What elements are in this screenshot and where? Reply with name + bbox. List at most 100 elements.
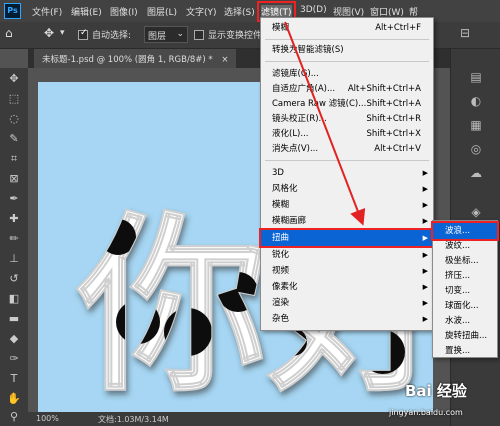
close-icon[interactable]: ×	[221, 55, 228, 65]
menu-3d[interactable]: 3D(D)	[300, 5, 327, 15]
filter-menu-gallery[interactable]: 滤镜库(G)...	[261, 66, 433, 82]
swatches-panel-icon[interactable]: ▦	[468, 117, 484, 133]
menu-item-label: 3D	[272, 168, 284, 178]
color-panel-icon[interactable]: ◐	[468, 93, 484, 109]
watermark-url: jingyan.baidu.com	[389, 408, 463, 417]
distort-wave[interactable]: 波浪...	[431, 221, 499, 241]
eyedropper-tool-icon[interactable]: ✒	[7, 192, 21, 206]
brush-tool-icon[interactable]: ✏	[7, 232, 21, 246]
menu-item-label: 锐化	[272, 250, 290, 260]
gradient-tool-icon[interactable]: ▬	[7, 312, 21, 326]
libraries-panel-icon[interactable]: ☁	[468, 165, 484, 181]
frame-tool-icon[interactable]: ⊠	[7, 172, 21, 186]
separator	[265, 160, 429, 161]
menu-edit[interactable]: 编辑(E)	[71, 5, 102, 18]
filter-menu-vanishing-point[interactable]: 消失点(V)... Alt+Ctrl+V	[261, 141, 433, 157]
filter-menu-blur-last[interactable]: 模糊 Alt+Ctrl+F	[261, 20, 433, 36]
layers-panel-icon[interactable]: ◈	[468, 204, 484, 220]
dropdown-arrow-icon: ⌄	[176, 29, 184, 39]
photoshop-logo: Ps	[4, 3, 21, 19]
separator	[265, 39, 429, 40]
filter-menu-lens-correction[interactable]: 镜头校正(R)... Shift+Ctrl+R	[261, 111, 433, 127]
eraser-tool-icon[interactable]: ◧	[7, 292, 21, 306]
distort-shear[interactable]: 切变...	[433, 283, 497, 299]
menu-item-label: 模糊	[272, 23, 290, 33]
shortcut-label: Shift+Ctrl+X	[366, 129, 421, 139]
lasso-tool-icon[interactable]: ◌	[7, 112, 21, 126]
submenu-arrow-icon: ▶	[422, 185, 428, 193]
submenu-arrow-icon: ▶	[422, 283, 428, 291]
adjustments-panel-icon[interactable]: ◎	[468, 141, 484, 157]
shortcut-label: Alt+Ctrl+F	[375, 23, 421, 33]
history-panel-icon[interactable]: ▤	[468, 69, 484, 85]
filter-menu-noise[interactable]: 杂色 ▶	[261, 311, 433, 327]
crop-tool-icon[interactable]: ⌗	[7, 152, 21, 166]
tool-bar: ✥ ⬚ ◌ ✎ ⌗ ⊠ ✒ ✚ ✏ ⊥ ↺ ◧ ▬ ◆ ✑ T ✋ ⚲	[0, 68, 28, 426]
menu-layer[interactable]: 图层(L)	[147, 5, 177, 18]
distort-spherize[interactable]: 球面化...	[433, 298, 497, 314]
align-icon[interactable]: ⊟	[460, 26, 470, 40]
menu-item-label: 镜头校正(R)...	[272, 114, 327, 124]
distort-pinch[interactable]: 挤压...	[433, 268, 497, 284]
filter-menu-video[interactable]: 视频 ▶	[261, 263, 433, 279]
filter-menu-render[interactable]: 渲染 ▶	[261, 295, 433, 311]
filter-menu-distort[interactable]: 扭曲 ▶	[259, 228, 435, 248]
blur-tool-icon[interactable]: ◆	[7, 332, 21, 346]
filter-menu-blur[interactable]: 模糊 ▶	[261, 197, 433, 213]
filter-menu-adaptive-wide-angle[interactable]: 自适应广角(A)... Alt+Shift+Ctrl+A	[261, 81, 433, 97]
filter-menu-smart-filter[interactable]: 转换为智能滤镜(S)	[261, 42, 433, 58]
distort-zigzag[interactable]: 水波...	[433, 313, 497, 329]
distort-displace[interactable]: 置换...	[433, 343, 497, 359]
menu-item-label: 扭曲	[272, 233, 290, 243]
filter-menu-liquify[interactable]: 液化(L)... Shift+Ctrl+X	[261, 126, 433, 142]
auto-select-dropdown[interactable]: 图层 ⌄	[144, 26, 188, 43]
marquee-tool-icon[interactable]: ⬚	[7, 92, 21, 106]
filter-menu-pixelate[interactable]: 像素化 ▶	[261, 279, 433, 295]
distort-ripple[interactable]: 波纹...	[433, 238, 497, 254]
distort-submenu: 波浪... 波纹... 极坐标... 挤压... 切变... 球面化... 水波…	[431, 220, 499, 359]
filter-menu-3d[interactable]: 3D ▶	[261, 165, 433, 181]
filter-menu: 模糊 Alt+Ctrl+F 转换为智能滤镜(S) 滤镜库(G)... 自适应广角(…	[259, 17, 435, 331]
document-tab[interactable]: 未标题-1.psd @ 100% (圆角 1, RGB/8#) * ×	[34, 49, 237, 68]
auto-select-checkbox[interactable]: ✓	[78, 28, 88, 40]
stamp-tool-icon[interactable]: ⊥	[7, 252, 21, 266]
shortcut-label: Shift+Ctrl+R	[366, 114, 421, 124]
menu-item-label: 自适应广角(A)...	[272, 84, 336, 94]
distort-twirl[interactable]: 旋转扭曲...	[433, 328, 497, 344]
show-transform-checkbox[interactable]	[194, 30, 204, 40]
history-brush-icon[interactable]: ↺	[7, 272, 21, 286]
filter-menu-sharpen[interactable]: 锐化 ▶	[261, 247, 433, 263]
submenu-arrow-icon: ▶	[422, 251, 428, 259]
chevron-down-icon[interactable]: ▾	[60, 28, 65, 38]
home-icon[interactable]: ⌂	[5, 26, 13, 40]
menu-item-label: 风格化	[272, 184, 298, 194]
filter-menu-stylize[interactable]: 风格化 ▶	[261, 181, 433, 197]
photoshop-window: Ps 文件(F) 编辑(E) 图像(I) 图层(L) 文字(Y) 选择(S) 滤…	[0, 0, 500, 426]
document-info: 文档:1.03M/3.14M	[98, 415, 169, 424]
move-tool-icon[interactable]: ✥	[7, 72, 21, 86]
pen-tool-icon[interactable]: ✑	[7, 352, 21, 366]
auto-select-label: 自动选择:	[92, 31, 132, 41]
text-tool-icon[interactable]: T	[7, 372, 21, 386]
submenu-arrow-icon: ▶	[422, 201, 428, 209]
quick-select-tool-icon[interactable]: ✎	[7, 132, 21, 146]
filter-menu-camera-raw[interactable]: Camera Raw 滤镜(C)... Shift+Ctrl+A	[261, 96, 433, 112]
shortcut-label: Alt+Ctrl+V	[374, 144, 421, 154]
menu-type[interactable]: 文字(Y)	[186, 5, 217, 18]
zoom-level[interactable]: 100%	[36, 414, 59, 423]
menu-file[interactable]: 文件(F)	[32, 5, 62, 18]
menu-select[interactable]: 选择(S)	[224, 5, 255, 18]
move-icon[interactable]: ✥	[44, 26, 54, 40]
document-tab-title: 未标题-1.psd @ 100% (圆角 1, RGB/8#) *	[42, 55, 213, 65]
menu-image[interactable]: 图像(I)	[110, 5, 138, 18]
filter-menu-blur-gallery[interactable]: 模糊画廊 ▶	[261, 213, 433, 229]
zoom-tool-icon[interactable]: ⚲	[7, 410, 21, 424]
submenu-arrow-icon: ▶	[422, 234, 428, 242]
hand-tool-icon[interactable]: ✋	[7, 392, 21, 406]
healing-tool-icon[interactable]: ✚	[7, 212, 21, 226]
menu-item-label: 液化(L)...	[272, 129, 309, 139]
submenu-arrow-icon: ▶	[422, 217, 428, 225]
distort-polar-coordinates[interactable]: 极坐标...	[433, 253, 497, 269]
shortcut-label: Shift+Ctrl+A	[366, 99, 421, 109]
submenu-arrow-icon: ▶	[422, 169, 428, 177]
